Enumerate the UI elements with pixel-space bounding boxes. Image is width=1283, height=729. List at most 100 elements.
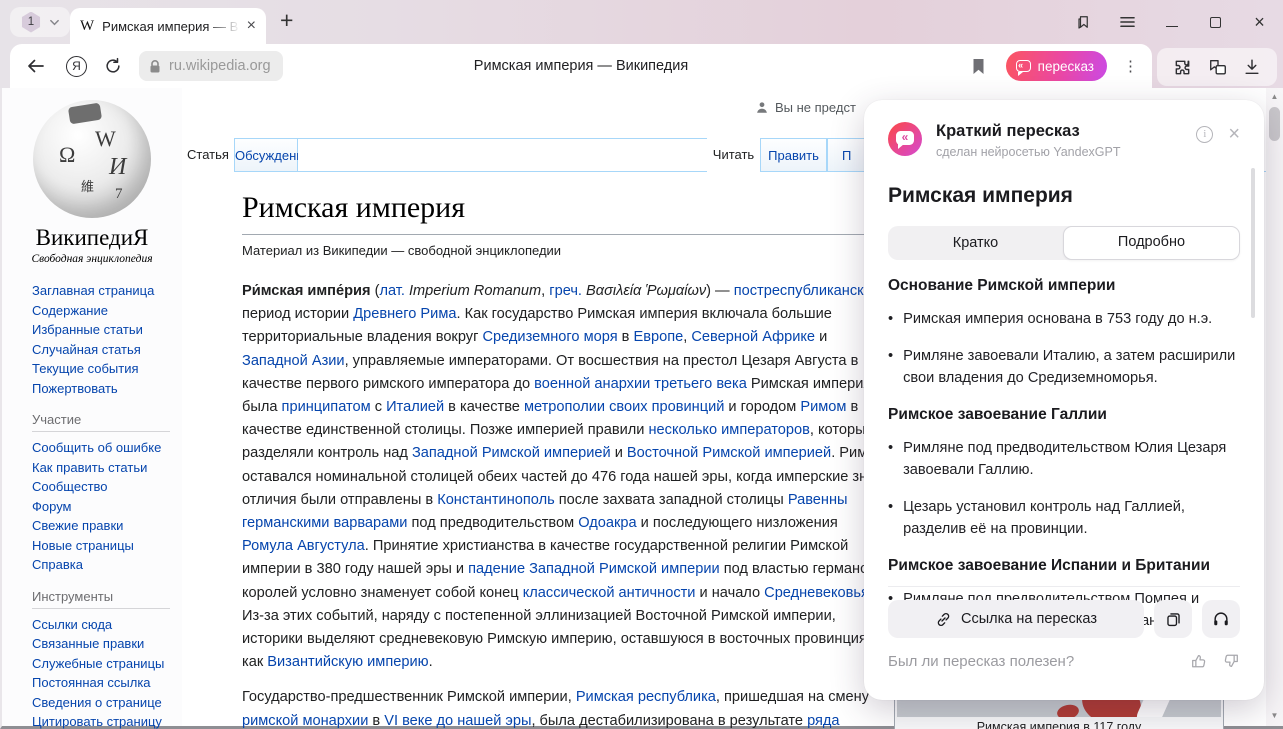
- speech-bubble-icon: «: [1016, 60, 1031, 72]
- sidebar-link[interactable]: Содержание: [32, 301, 182, 321]
- info-icon[interactable]: i: [1196, 126, 1213, 143]
- wiki-link[interactable]: Римская республика: [576, 689, 716, 705]
- wiki-link[interactable]: метрополии своих провинций: [524, 399, 724, 415]
- thumbs-down-icon[interactable]: [1222, 652, 1240, 670]
- wiki-link[interactable]: Римом: [800, 399, 846, 415]
- downloads-icon[interactable]: [1243, 58, 1261, 76]
- sidebar-link[interactable]: Избранные статьи: [32, 320, 182, 340]
- summarize-button[interactable]: « пересказ: [1006, 51, 1107, 81]
- text-run: и: [611, 445, 627, 461]
- wiki-link[interactable]: римской монархии: [242, 713, 368, 729]
- sidebar-link[interactable]: Ссылки сюда: [32, 615, 182, 635]
- sidebar-link[interactable]: Сообщество: [32, 477, 182, 497]
- new-tab-button[interactable]: +: [280, 7, 293, 34]
- sidebar-link[interactable]: Сведения о странице: [32, 693, 182, 713]
- bookmark-icon[interactable]: [971, 58, 986, 75]
- sidebar-link[interactable]: Случайная статья: [32, 340, 182, 360]
- wiki-link[interactable]: VI веке до нашей эры: [384, 713, 531, 729]
- sidebar-link[interactable]: Связанные правки: [32, 634, 182, 654]
- address-bar[interactable]: ru.wikipedia.org: [139, 51, 283, 81]
- wiki-link[interactable]: Византийскую империю: [267, 654, 428, 670]
- more-options-icon[interactable]: ⋮: [1123, 57, 1138, 75]
- wiki-link[interactable]: Европе: [633, 329, 683, 345]
- sidebar-link[interactable]: Пожертвовать: [32, 379, 182, 399]
- wiki-link[interactable]: Средиземного моря: [482, 329, 617, 345]
- yandex-icon[interactable]: Я: [66, 56, 87, 77]
- collections-panels-icon[interactable]: [1208, 58, 1228, 77]
- wiki-link[interactable]: Западной Азии: [242, 353, 345, 369]
- sidebar-link[interactable]: Справка: [32, 555, 182, 575]
- wiki-link[interactable]: греч.: [549, 283, 582, 299]
- infobox-caption: Римская империя в 117 году: [897, 717, 1221, 729]
- text-run: в: [618, 329, 634, 345]
- extensions-puzzle-icon[interactable]: [1173, 58, 1192, 77]
- close-panel-icon[interactable]: ×: [1228, 124, 1240, 144]
- sidebar-nav: Заглавная страницаСодержаниеИзбранные ст…: [2, 281, 182, 729]
- wiki-link[interactable]: Константинополь: [437, 492, 555, 508]
- scrollbar-thumb[interactable]: [1269, 107, 1280, 141]
- copy-summary-button[interactable]: [1154, 600, 1192, 638]
- listen-summary-button[interactable]: [1202, 600, 1240, 638]
- tab-article[interactable]: Статья: [182, 138, 234, 172]
- wiki-link[interactable]: Ромула Августула: [242, 538, 365, 554]
- wiki-link[interactable]: Древнего Рима: [353, 306, 456, 322]
- tab-edit[interactable]: Править: [760, 138, 827, 171]
- wiki-link[interactable]: принципатом: [282, 399, 371, 415]
- summary-bullet: •Римляне под предводительством Юлия Цеза…: [888, 437, 1240, 481]
- user-status-bar[interactable]: Вы не предст: [755, 100, 856, 115]
- wiki-link[interactable]: Одоакра: [578, 515, 636, 531]
- wiki-link[interactable]: несколько императоров: [648, 422, 809, 438]
- sidebar-link[interactable]: Новые страницы: [32, 536, 182, 556]
- wiki-link[interactable]: военной анархии третьего века: [534, 376, 747, 392]
- wiki-link[interactable]: Равенны: [788, 492, 848, 508]
- summary-bullet: •Римляне завоевали Италию, а затем расши…: [888, 345, 1240, 389]
- sidebar-link[interactable]: Форум: [32, 497, 182, 517]
- wiki-link[interactable]: Северной Африке: [691, 329, 815, 345]
- sidebar-link[interactable]: Как править статьи: [32, 458, 182, 478]
- sidebar-link[interactable]: Цитировать страницу: [32, 712, 182, 729]
- sidebar-link[interactable]: Сообщить об ошибке: [32, 438, 182, 458]
- minimize-icon[interactable]: [1164, 18, 1179, 27]
- wiki-link[interactable]: Западной Римской империей: [412, 445, 611, 461]
- back-icon[interactable]: [26, 57, 46, 75]
- person-icon: [755, 100, 769, 115]
- scroll-down-arrow[interactable]: ▼: [1266, 711, 1283, 720]
- wiki-link[interactable]: Средневековья: [764, 585, 869, 601]
- sidebar-link[interactable]: Постоянная ссылка: [32, 673, 182, 693]
- summary-panel-header: « Краткий пересказ сделан нейросетью Yan…: [888, 122, 1240, 159]
- wiki-link[interactable]: Италией: [386, 399, 444, 415]
- summary-link-button[interactable]: Ссылка на пересказ: [888, 600, 1144, 638]
- reload-icon[interactable]: [104, 57, 122, 75]
- tab-close-icon[interactable]: ×: [247, 17, 256, 35]
- menu-icon[interactable]: [1120, 15, 1135, 29]
- wiki-link[interactable]: германскими варварами: [242, 515, 407, 531]
- tab-detailed[interactable]: Подробно: [1063, 226, 1240, 260]
- scroll-up-arrow[interactable]: ▲: [1266, 92, 1283, 101]
- sidebar-link[interactable]: Свежие правки: [32, 516, 182, 536]
- tab-talk[interactable]: Обсуждение: [234, 138, 298, 171]
- browser-chrome: 1 W Римская империя — В × + ×: [0, 0, 1283, 88]
- wiki-link[interactable]: лат.: [379, 283, 404, 299]
- page-scrollbar[interactable]: ▲ ▼: [1266, 88, 1283, 726]
- browser-window: 1 W Римская империя — В × + ×: [0, 0, 1283, 729]
- nav-participation-heading: Участие: [32, 412, 170, 432]
- sidebar-link[interactable]: Служебные страницы: [32, 654, 182, 674]
- wiki-link[interactable]: постреспубликанский: [734, 283, 880, 299]
- browser-tab[interactable]: W Римская империя — В ×: [70, 8, 266, 44]
- side-panel-icon[interactable]: [1076, 14, 1091, 30]
- tab-read[interactable]: Читать: [707, 138, 760, 172]
- sidebar-link[interactable]: Текущие события: [32, 359, 182, 379]
- close-window-icon[interactable]: ×: [1252, 13, 1267, 31]
- sidebar-link[interactable]: Заглавная страница: [32, 281, 182, 301]
- wikipedia-logo[interactable]: W И Ω 7 維: [33, 100, 151, 218]
- text-run: под предводительством: [407, 515, 578, 531]
- wiki-link[interactable]: Восточной Римской империей: [627, 445, 831, 461]
- wiki-link[interactable]: классической античности: [523, 585, 696, 601]
- wiki-link[interactable]: падение Западной Римской империи: [468, 561, 720, 577]
- tab-group-button[interactable]: 1: [10, 7, 70, 37]
- wikipedia-sidebar: W И Ω 7 維 ВикипедиЯ Свободная энциклопед…: [2, 88, 182, 726]
- tab-brief[interactable]: Кратко: [888, 226, 1063, 260]
- maximize-icon[interactable]: [1208, 17, 1223, 28]
- panel-scrollbar[interactable]: [1251, 168, 1255, 318]
- thumbs-up-icon[interactable]: [1190, 652, 1208, 670]
